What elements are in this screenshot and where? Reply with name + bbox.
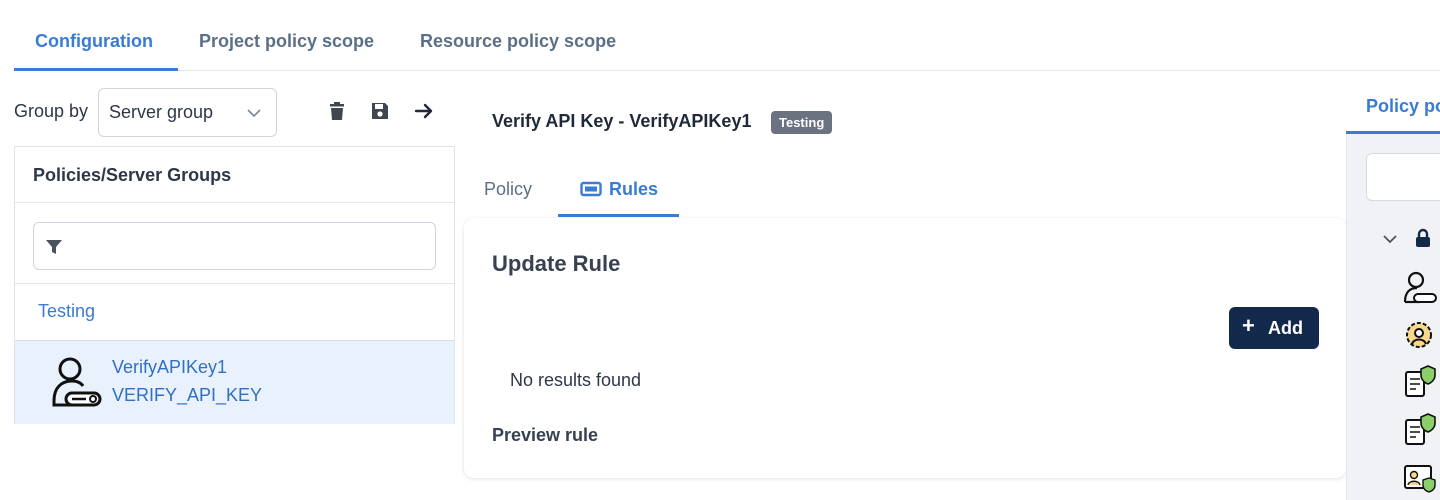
save-icon[interactable] [369,100,391,122]
policy-code: VERIFY_API_KEY [112,385,263,405]
policy-name: VerifyAPIKey1 [112,357,228,377]
palette-search-input[interactable] [1366,153,1440,201]
top-tab-bar: Configuration Project policy scope Resou… [14,0,1440,71]
rules-icon [580,181,602,197]
policies-panel-title: Policies/Server Groups [33,165,232,185]
active-tab-indicator [558,214,679,217]
chevron-down-icon [247,109,261,118]
group-item-testing[interactable]: Testing [38,301,95,322]
divider [15,283,454,284]
tab-project-policy-scope[interactable]: Project policy scope [199,31,374,52]
group-by-label: Group by [14,101,89,121]
id-card-shield-icon[interactable] [1402,460,1438,496]
tab-configuration[interactable]: Configuration [35,31,153,52]
filter-input[interactable] [33,222,436,270]
policies-panel-header: Policies/Server Groups [15,147,454,203]
status-badge: Testing [771,111,833,134]
user-key-icon [52,357,102,407]
tab-resource-policy-scope[interactable]: Resource policy scope [420,31,616,52]
arrow-right-icon[interactable] [413,100,435,122]
group-by-select[interactable]: Server group [98,88,277,137]
policy-list-item[interactable]: VerifyAPIKey1 VERIFY_API_KEY [15,340,454,424]
plus-icon: + [1242,313,1255,338]
trash-icon[interactable] [326,100,348,122]
gear-user-icon[interactable] [1402,318,1438,354]
filter-icon [46,240,62,254]
preview-rule-label: Preview rule [492,425,599,445]
lock-icon [1416,228,1430,247]
rules-card: Update Rule + Add No results found Previ… [464,218,1346,478]
policy-title: Verify API Key - VerifyAPIKey1 [492,111,752,131]
active-tab-indicator [14,68,178,71]
document-shield-icon[interactable] [1402,364,1438,400]
tab-rules[interactable]: Rules [609,179,658,200]
chevron-down-icon[interactable] [1381,230,1399,248]
document-shield-icon[interactable] [1402,412,1438,448]
group-by-value: Server group [109,102,214,122]
tab-policy-palette[interactable]: Policy po [1366,96,1440,117]
add-button[interactable]: + Add [1229,307,1319,349]
tab-policy[interactable]: Policy [484,179,532,200]
card-title: Update Rule [492,251,621,276]
policies-panel: Policies/Server Groups Testing VerifyAPI… [14,146,455,424]
user-key-icon[interactable] [1402,270,1438,306]
empty-state-text: No results found [510,370,642,390]
